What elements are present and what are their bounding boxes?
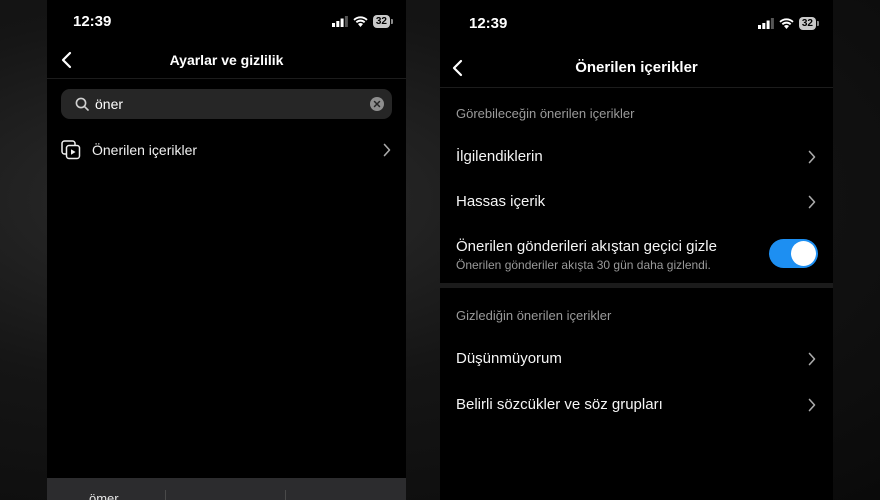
top-nav-bar: Önerilen içerikler [440, 50, 833, 88]
status-icons: 32 [331, 15, 394, 28]
result-label: Önerilen içerikler [92, 142, 198, 158]
row-label: Hassas içerik [456, 193, 546, 210]
chevron-right-icon [808, 195, 816, 209]
page-title: Ayarlar ve gizlilik [169, 52, 284, 68]
signal-icon [331, 16, 348, 27]
clear-search-icon[interactable] [370, 97, 384, 111]
status-icons: 32 [757, 17, 820, 30]
toggle-label: Önerilen gönderileri akıştan geçici gizl… [456, 238, 717, 255]
row-label: İlgilendiklerin [456, 148, 543, 165]
battery-indicator: 32 [372, 15, 394, 28]
row-label: Düşünmüyorum [456, 350, 562, 367]
wifi-icon [353, 16, 368, 27]
status-time: 12:39 [469, 15, 508, 32]
chevron-right-icon [808, 398, 816, 412]
suggested-content-screen: 12:39 32 Önerilen içerikler Görebileceği… [440, 0, 833, 500]
row-not-interested[interactable]: Düşünmüyorum [440, 337, 833, 381]
page-title: Önerilen içerikler [575, 59, 698, 76]
row-snooze-suggested-posts: Önerilen gönderileri akıştan geçici gizl… [440, 231, 833, 275]
snooze-toggle-switch[interactable] [769, 239, 818, 268]
row-label: Belirli sözcükler ve söz grupları [456, 396, 663, 413]
settings-search-screen: 12:39 32 Ayarlar ve gizlilik Önerilen iç… [47, 0, 406, 500]
wifi-icon [779, 18, 794, 29]
status-bar: 12:39 32 [440, 0, 833, 44]
search-icon [75, 97, 89, 111]
section-header-visible-content: Görebileceğin önerilen içerikler [456, 106, 635, 121]
toggle-sublabel: Önerilen gönderiler akışta 30 gün daha g… [456, 258, 711, 272]
chevron-right-icon [808, 150, 816, 164]
section-header-hidden-content: Gizlediğin önerilen içerikler [456, 308, 612, 323]
suggested-content-icon [61, 140, 81, 160]
signal-icon [757, 18, 774, 29]
top-nav-bar: Ayarlar ve gizlilik [47, 44, 406, 79]
status-bar: 12:39 32 [47, 0, 406, 44]
suggestion-divider [285, 490, 286, 500]
battery-indicator: 32 [798, 17, 820, 30]
chevron-right-icon [383, 143, 391, 157]
row-specific-words[interactable]: Belirli sözcükler ve söz grupları [440, 383, 833, 427]
row-interests[interactable]: İlgilendiklerin [440, 135, 833, 179]
search-bar[interactable] [61, 89, 392, 119]
status-time: 12:39 [73, 13, 112, 30]
keyboard-suggestion-bar: ömer [47, 478, 406, 500]
search-result-suggested-content[interactable]: Önerilen içerikler [47, 132, 406, 168]
chevron-right-icon [808, 352, 816, 366]
toggle-knob [791, 241, 816, 266]
section-divider [440, 283, 833, 288]
search-input[interactable] [95, 96, 355, 112]
row-sensitive-content[interactable]: Hassas içerik [440, 180, 833, 224]
suggestion-divider [165, 490, 166, 500]
keyboard-suggestion[interactable]: ömer [89, 491, 119, 500]
